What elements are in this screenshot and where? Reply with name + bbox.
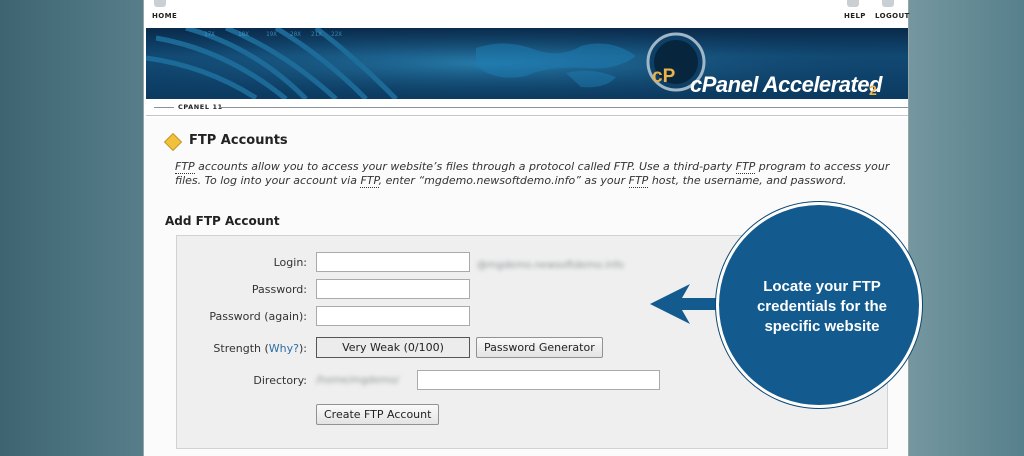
password-strength-meter: Very Weak (0/100) xyxy=(316,337,470,358)
login-label: Login: xyxy=(273,256,307,269)
page-description: FTP accounts allow you to access your we… xyxy=(175,160,890,188)
domain-suffix: @mgdemo.newsoftdemo.info xyxy=(477,260,624,271)
directory-label: Directory: xyxy=(253,374,307,387)
home-icon[interactable] xyxy=(154,0,166,7)
directory-prefix: /home/mgdemo/ xyxy=(316,375,399,386)
top-nav-bar: HOME HELP LOGOUT xyxy=(144,0,910,26)
ftp-abbr: FTP xyxy=(175,160,195,174)
why-link[interactable]: Why? xyxy=(269,342,299,355)
svg-text:17X: 17X xyxy=(204,31,215,38)
arrow-left-icon xyxy=(650,284,720,324)
desc-text: , enter “mgdemo.newsoftdemo.info” as you… xyxy=(378,174,629,187)
breadcrumb: CPANEL 11 xyxy=(146,100,908,116)
password-input[interactable] xyxy=(316,279,470,299)
password-again-input[interactable] xyxy=(316,306,470,326)
password-label: Password: xyxy=(251,283,307,296)
password-again-label: Password (again): xyxy=(209,310,307,323)
desc-text: host, the username, and password. xyxy=(648,174,847,187)
svg-text:18X: 18X xyxy=(238,31,249,38)
ftp-abbr: FTP xyxy=(360,174,379,188)
strength-label-text: Strength ( xyxy=(213,342,269,355)
svg-text:22X: 22X xyxy=(331,31,342,38)
desc-text: accounts allow you to access your websit… xyxy=(194,160,736,173)
svg-text:21X: 21X xyxy=(311,31,322,38)
divider xyxy=(220,107,908,108)
logout-link[interactable]: LOGOUT xyxy=(875,12,910,20)
page-title: FTP Accounts xyxy=(189,133,288,148)
help-link[interactable]: HELP xyxy=(844,12,866,20)
login-input[interactable] xyxy=(316,252,470,272)
home-link[interactable]: HOME xyxy=(152,12,177,20)
section-heading: Add FTP Account xyxy=(165,214,280,228)
ftp-accounts-icon xyxy=(163,132,183,152)
help-icon[interactable] xyxy=(847,0,859,7)
cpanel-banner: 17X 18X 19X 20X 21X 22X cP cPanel Accelerate… xyxy=(146,28,908,99)
cpanel-logo-mark: cP xyxy=(652,66,676,87)
svg-text:20X: 20X xyxy=(290,31,301,38)
cpanel-logo-text: cPanel Accelerated xyxy=(690,72,882,97)
logout-icon[interactable] xyxy=(882,0,894,7)
breadcrumb-cpanel-link[interactable]: CPANEL 11 xyxy=(178,103,223,111)
svg-text:19X: 19X xyxy=(266,31,277,38)
ftp-abbr: FTP xyxy=(735,160,756,174)
password-generator-button[interactable]: Password Generator xyxy=(476,337,603,358)
cpanel-logo-suffix: 2 xyxy=(869,82,877,98)
ftp-abbr: FTP xyxy=(628,174,649,188)
directory-input[interactable] xyxy=(417,370,660,390)
callout-text: Locate your FTP credentials for the spec… xyxy=(756,278,888,335)
create-ftp-account-button[interactable]: Create FTP Account xyxy=(316,404,440,425)
callout-bubble: Locate your FTP credentials for the spec… xyxy=(716,202,922,408)
strength-label: Strength (Why?): xyxy=(213,342,307,355)
strength-label-end: ): xyxy=(299,342,307,355)
divider xyxy=(154,107,174,108)
